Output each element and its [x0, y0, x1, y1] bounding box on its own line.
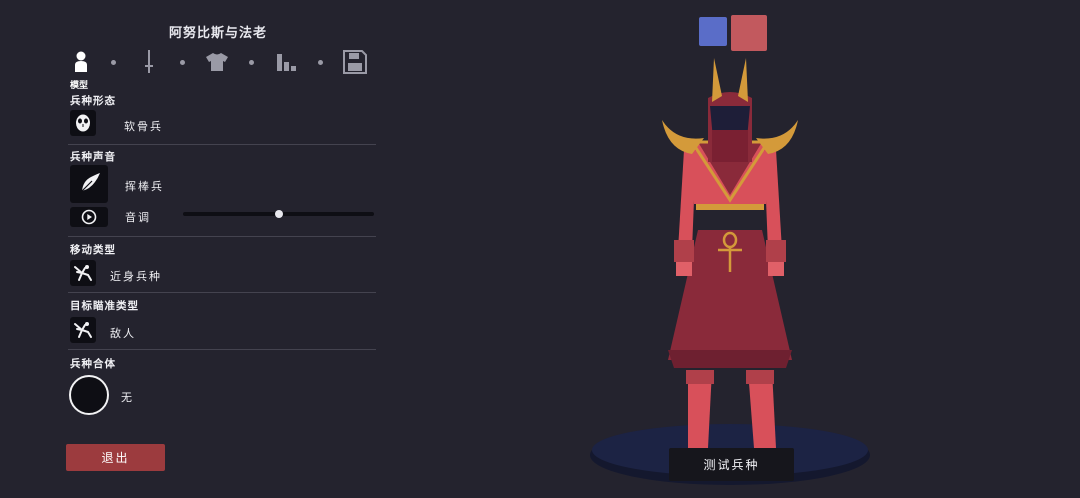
melee-movement-icon: [74, 265, 92, 281]
targeting-select-button[interactable]: [70, 317, 96, 343]
divider: [68, 349, 376, 350]
play-voice-button[interactable]: [70, 207, 108, 227]
exit-button[interactable]: 退出: [66, 444, 165, 471]
editor-tab-bar: [68, 48, 373, 80]
movement-value: 近身兵种: [110, 270, 162, 283]
tab-weapons[interactable]: [136, 48, 162, 76]
section-title-form: 兵种形态: [70, 95, 116, 107]
form-select-button[interactable]: [70, 110, 96, 136]
pitch-label: 音调: [125, 211, 151, 224]
sword-icon: [145, 50, 153, 73]
unit-preview-model: [590, 58, 870, 485]
tab-separator-dot: [111, 60, 116, 65]
movement-select-button[interactable]: [70, 260, 96, 286]
pitch-slider[interactable]: [183, 210, 374, 218]
section-title-mount: 兵种合体: [70, 358, 116, 370]
section-title-voice: 兵种声音: [70, 151, 116, 163]
tab-model[interactable]: [68, 48, 94, 76]
targeting-value: 敌人: [110, 327, 136, 340]
pitch-slider-knob[interactable]: [274, 210, 283, 218]
tab-clothing[interactable]: [204, 48, 230, 76]
shirt-icon: [206, 53, 228, 71]
tab-separator-dot: [318, 60, 323, 65]
voice-feather-icon: [78, 173, 100, 195]
mount-select-button[interactable]: [69, 375, 109, 415]
mask-icon: [76, 114, 90, 132]
active-tab-label: 模型: [70, 81, 89, 91]
divider: [68, 236, 376, 237]
mount-value: 无: [121, 391, 134, 404]
test-unit-button[interactable]: 测试兵种: [669, 448, 794, 481]
target-enemy-icon: [74, 322, 92, 338]
section-title-movement: 移动类型: [70, 244, 116, 256]
tab-save[interactable]: [342, 48, 368, 76]
unit-name-title: 阿努比斯与法老: [168, 26, 267, 41]
tab-separator-dot: [180, 60, 185, 65]
stats-icon: [277, 54, 296, 71]
team-color-red-swatch[interactable]: [731, 15, 767, 51]
tab-separator-dot: [249, 60, 254, 65]
person-icon: [75, 51, 87, 72]
play-icon: [81, 209, 97, 225]
voice-value: 挥棒兵: [125, 180, 164, 193]
divider: [68, 292, 376, 293]
team-color-blue-swatch[interactable]: [699, 17, 727, 46]
section-title-targeting: 目标瞄准类型: [70, 300, 139, 312]
divider: [68, 144, 376, 145]
save-icon: [343, 50, 367, 74]
tab-stats[interactable]: [274, 48, 300, 76]
voice-select-button[interactable]: [70, 165, 108, 203]
form-value: 软骨兵: [124, 120, 163, 133]
